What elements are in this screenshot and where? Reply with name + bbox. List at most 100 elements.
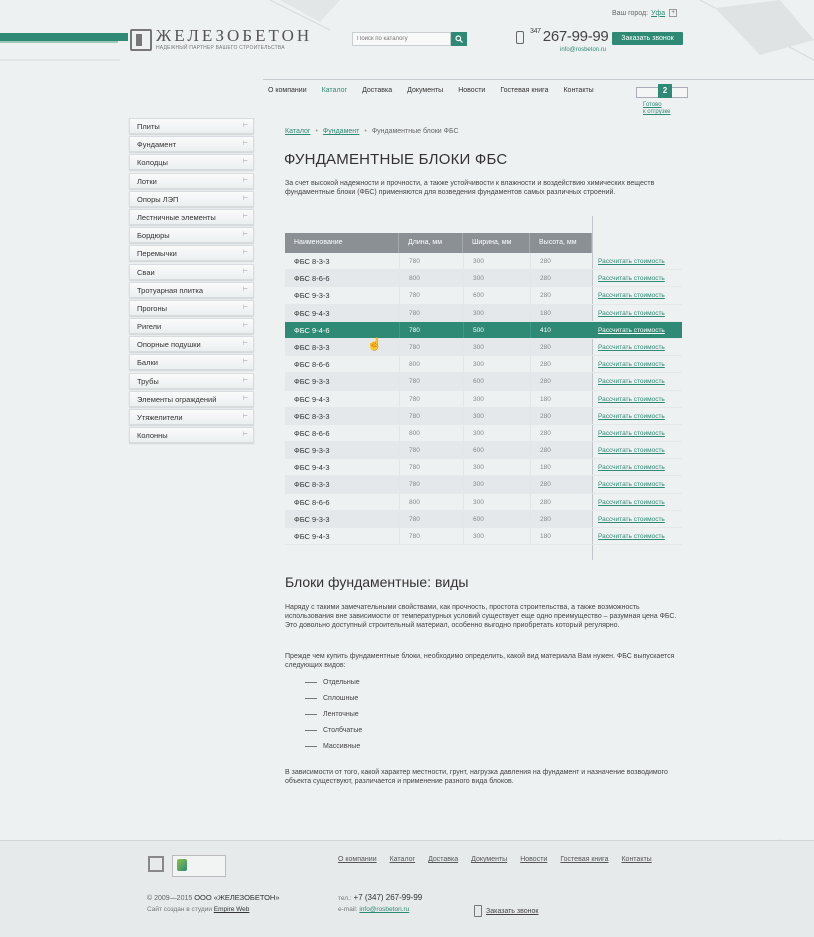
cell-width: 300 [463,270,530,287]
sidebar-item[interactable]: Опоры ЛЭП [129,190,254,207]
sidebar-item[interactable]: Тротуарная плитка [129,281,254,298]
footer-callback-link[interactable]: Заказать звонок [474,905,538,917]
sidebar-item[interactable]: Ригели [129,318,254,335]
sidebar-item[interactable]: Утяжелители [129,409,254,425]
nav-item-news[interactable]: Новости [458,87,485,94]
nav-item-delivery[interactable]: Доставка [362,87,392,94]
hand-cursor-icon: ☝ [367,337,382,351]
search-button[interactable] [451,32,467,46]
email-link[interactable]: info@rosbeton.ru [359,906,409,913]
sidebar-item[interactable]: Плиты [129,118,254,134]
table-row[interactable]: ФБС 9-4-3 780 300 180 Рассчитать стоимость [285,459,682,477]
footer-nav-delivery[interactable]: Доставка [428,856,458,863]
cell-name: ФБС 8-3-3 [285,407,399,424]
breadcrumb-foundation[interactable]: Фундамент [323,128,359,135]
nav-item-about[interactable]: О компании [268,87,307,94]
table-row[interactable]: ФБС 9-4-6 780 500 410 Рассчитать стоимость [285,321,682,339]
calculate-price-link[interactable]: Рассчитать стоимость [592,494,682,510]
table-row[interactable]: ФБС 9-3-3 780 600 280 Рассчитать стоимость [285,510,682,528]
calculate-price-link[interactable]: Рассчитать стоимость [592,287,682,303]
footer-nav-guestbook[interactable]: Гостевая книга [560,856,608,863]
table-row[interactable]: ФБС 8-3-3 780 300 280 Рассчитать стоимость [285,407,682,425]
calculate-price-link[interactable]: Рассчитать стоимость [592,425,682,441]
footer-nav-documents[interactable]: Документы [471,856,507,863]
calculate-price-link[interactable]: Рассчитать стоимость [592,511,682,527]
city-link[interactable]: Уфа [651,10,665,17]
sidebar-item[interactable]: Колонны [129,427,254,444]
sidebar-item[interactable]: Прогоны [129,299,254,316]
sidebar-item[interactable]: Перемычки [129,245,254,262]
sidebar-item[interactable]: Трубы [129,372,254,389]
sidebar-item[interactable]: Фундамент [129,136,254,153]
sidebar-item[interactable]: Лестничные элементы [129,208,254,225]
table-row[interactable]: ФБС 9-4-3 780 300 180 Рассчитать стоимость [285,304,682,322]
table-row[interactable]: ФБС 9-3-3 780 600 280 Рассчитать стоимость [285,373,682,391]
footer-nav-about[interactable]: О компании [338,856,377,863]
search-input[interactable] [352,32,451,46]
cell-width: 600 [463,442,530,459]
calculate-price-link[interactable]: Рассчитать стоимость [592,321,682,338]
table-row[interactable]: ФБС 9-3-3 780 600 280 Рассчитать стоимость [285,287,682,305]
table-row[interactable]: ФБС 9-3-3 780 600 280 Рассчитать стоимость [285,442,682,460]
footer-nav-news[interactable]: Новости [520,856,547,863]
table-row[interactable]: ФБС 9-4-3 780 300 180 Рассчитать стоимость [285,528,682,546]
sidebar-item[interactable]: Сваи [129,263,254,280]
table-row[interactable]: ФБС 8-3-3 780 300 280 Рассчитать стоимость [285,476,682,494]
nav-item-guestbook[interactable]: Гостевая книга [500,87,548,94]
calculate-price-link[interactable]: Рассчитать стоимость [592,270,682,286]
table-row[interactable]: ФБС 8-3-3 780 300 280 Рассчитать стоимость [285,253,682,271]
cart-label[interactable]: Готово к отгрузке [643,102,670,116]
made-by-link[interactable]: Empire Web [214,906,250,913]
header-accent-stripe-thin [0,41,118,43]
calculate-price-link[interactable]: Рассчитать стоимость [592,391,682,407]
calculate-price-link[interactable]: Рассчитать стоимость [592,253,682,269]
footer-partner-badge[interactable] [172,855,226,877]
footer-nav-contacts[interactable]: Контакты [621,856,651,863]
site-logo[interactable]: ЖЕЛЕЗОБЕТОН НАДЕЖНЫЙ ПАРТНЕР ВАШЕГО СТРО… [130,27,312,51]
sidebar-item[interactable]: Бордюры [129,227,254,244]
sidebar-item[interactable]: Балки [129,354,254,371]
sidebar-item[interactable]: Опорные подушки [129,336,254,353]
calculate-price-link[interactable]: Рассчитать стоимость [592,528,682,544]
calculate-price-link[interactable]: Рассчитать стоимость [592,408,682,424]
calculate-price-link[interactable]: Рассчитать стоимость [592,476,682,492]
city-expand-icon[interactable]: + [669,9,678,17]
calculate-price-link[interactable]: Рассчитать стоимость [592,305,682,321]
table-row[interactable]: ФБС 8-3-3 780 300 280 Рассчитать стоимость [285,338,682,357]
cell-width: 300 [463,476,530,493]
nav-item-catalog[interactable]: Каталог [322,87,347,94]
calculate-price-link[interactable]: Рассчитать стоимость [592,373,682,389]
header-width: Ширина, мм [463,233,530,253]
cell-length: 780 [399,338,463,356]
cart-widget[interactable]: 2 [636,84,688,98]
table-row[interactable]: ФБС 8-6-6 800 300 280 Рассчитать стоимость [285,356,682,374]
table-row[interactable]: ФБС 8-6-6 800 300 280 Рассчитать стоимость [285,424,682,443]
calculate-price-link[interactable]: Рассчитать стоимость [592,442,682,458]
table-row[interactable]: ФБС 8-6-6 800 300 280 Рассчитать стоимость [285,270,682,288]
callback-button[interactable]: Заказать звонок [612,32,683,45]
breadcrumb-catalog[interactable]: Каталог [285,128,310,135]
cell-width: 300 [463,459,530,476]
footer-logo-icon[interactable] [148,856,164,872]
table-row[interactable]: ФБС 8-6-6 800 300 280 Рассчитать стоимость [285,493,682,511]
footer-nav-catalog[interactable]: Каталог [390,856,415,863]
cell-length: 800 [399,270,463,287]
breadcrumb-separator: • [315,128,318,135]
header-email[interactable]: info@rosbeton.ru [560,47,606,53]
nav-item-contacts[interactable]: Контакты [563,87,593,94]
sidebar-item[interactable]: Лотки [129,172,254,189]
product-table: Наименование Длина, мм Ширина, мм Высота… [285,233,682,546]
cell-length: 800 [399,424,463,442]
table-row[interactable]: ФБС 9-4-3 780 300 180 Рассчитать стоимость [285,390,682,408]
sidebar-item[interactable]: Элементы ограждений [129,390,254,407]
footer-email: e-mail: info@rosbeton.ru [338,906,409,913]
cell-length: 780 [399,390,463,407]
calculate-price-link[interactable]: Рассчитать стоимость [592,356,682,372]
sidebar-item[interactable]: Колодцы [129,154,254,171]
section-paragraph-2: Прежде чем купить фундаментные блоки, не… [285,653,675,669]
cell-height: 280 [530,356,592,373]
nav-item-documents[interactable]: Документы [407,87,443,94]
calculate-price-link[interactable]: Рассчитать стоимость [592,459,682,475]
calculate-price-link[interactable]: Рассчитать стоимость [592,339,682,355]
cart-label-line1: Готово [643,102,662,108]
